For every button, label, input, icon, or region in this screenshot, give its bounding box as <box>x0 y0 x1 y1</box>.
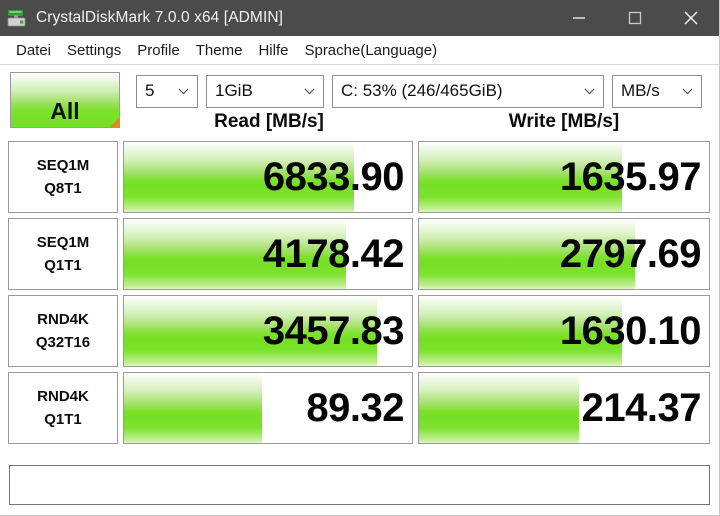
write-value: 1630.10 <box>559 309 702 353</box>
read-bar-fill <box>124 373 263 443</box>
read-result-rnd4k-q1t1[interactable]: 89.32 <box>123 372 413 444</box>
all-button[interactable]: All <box>10 72 120 128</box>
test-label-bottom: Q1T1 <box>44 257 82 274</box>
window-controls <box>551 0 719 36</box>
read-value: 89.32 <box>306 386 404 430</box>
write-result-rnd4k-q32t16[interactable]: 1630.10 <box>418 295 710 367</box>
test-label-top: RND4K <box>37 311 89 328</box>
title-bar: CrystalDiskMark 7.0.0 x64 [ADMIN] <box>0 0 719 36</box>
window-title: CrystalDiskMark 7.0.0 x64 [ADMIN] <box>36 9 284 26</box>
read-result-rnd4k-q32t16[interactable]: 3457.83 <box>123 295 413 367</box>
crystaldiskmark-window: CrystalDiskMark 7.0.0 x64 [ADMIN] Datei … <box>0 0 720 516</box>
all-button-corner-marker <box>110 118 119 127</box>
status-comment-box[interactable] <box>9 465 710 505</box>
close-button[interactable] <box>663 0 719 36</box>
write-value: 1635.97 <box>559 155 702 199</box>
menu-item-profile[interactable]: Profile <box>129 40 188 61</box>
table-row: RND4K Q32T16 3457.83 1630.10 <box>8 295 711 367</box>
diskmark-icon <box>6 7 28 29</box>
unit-dropdown[interactable]: MB/s <box>612 74 702 108</box>
table-row: SEQ1M Q8T1 6833.90 1635.97 <box>8 141 711 213</box>
test-size-dropdown[interactable]: 1GiB <box>206 74 324 108</box>
write-result-seq1m-q1t1[interactable]: 2797.69 <box>418 218 710 290</box>
menu-item-sprache[interactable]: Sprache(Language) <box>296 40 445 61</box>
write-bar-fill <box>419 373 579 443</box>
all-button-label: All <box>50 98 80 124</box>
results-grid: SEQ1M Q8T1 6833.90 1635.97 SEQ1M Q1T1 41… <box>0 141 719 444</box>
read-value: 3457.83 <box>262 309 405 353</box>
read-value: 4178.42 <box>262 232 405 276</box>
write-result-rnd4k-q1t1[interactable]: 214.37 <box>418 372 710 444</box>
read-result-seq1m-q8t1[interactable]: 6833.90 <box>123 141 413 213</box>
test-label-bottom: Q1T1 <box>44 411 82 428</box>
read-column-header: Read [MB/s] <box>214 111 324 132</box>
write-value: 214.37 <box>581 386 702 430</box>
read-result-seq1m-q1t1[interactable]: 4178.42 <box>123 218 413 290</box>
test-label-bottom: Q32T16 <box>35 334 91 351</box>
maximize-button[interactable] <box>607 0 663 36</box>
menu-bar: Datei Settings Profile Theme Hilfe Sprac… <box>0 36 719 65</box>
test-label-seq1m-q8t1[interactable]: SEQ1M Q8T1 <box>8 141 118 213</box>
write-value: 2797.69 <box>559 232 702 276</box>
table-row: SEQ1M Q1T1 4178.42 2797.69 <box>8 218 711 290</box>
minimize-button[interactable] <box>551 0 607 36</box>
write-result-seq1m-q8t1[interactable]: 1635.97 <box>418 141 710 213</box>
table-row: RND4K Q1T1 89.32 214.37 <box>8 372 711 444</box>
unit-value: MB/s <box>621 81 660 100</box>
menu-item-datei[interactable]: Datei <box>8 40 59 61</box>
test-count-value: 5 <box>145 81 155 100</box>
chevron-down-icon <box>299 88 319 95</box>
chevron-down-icon <box>579 88 599 95</box>
test-label-seq1m-q1t1[interactable]: SEQ1M Q1T1 <box>8 218 118 290</box>
menu-item-theme[interactable]: Theme <box>188 40 251 61</box>
test-label-top: SEQ1M <box>36 234 90 251</box>
test-label-top: SEQ1M <box>36 157 90 174</box>
chevron-down-icon <box>173 88 193 95</box>
test-label-rnd4k-q1t1[interactable]: RND4K Q1T1 <box>8 372 118 444</box>
menu-item-hilfe[interactable]: Hilfe <box>250 40 296 61</box>
drive-dropdown[interactable]: C: 53% (246/465GiB) <box>332 74 604 108</box>
read-value: 6833.90 <box>262 155 405 199</box>
write-column-header: Write [MB/s] <box>508 111 620 132</box>
test-label-rnd4k-q32t16[interactable]: RND4K Q32T16 <box>8 295 118 367</box>
menu-item-settings[interactable]: Settings <box>59 40 129 61</box>
status-text <box>10 466 709 474</box>
test-label-bottom: Q8T1 <box>44 180 82 197</box>
chevron-down-icon <box>677 88 697 95</box>
test-label-top: RND4K <box>37 388 89 405</box>
drive-value: C: 53% (246/465GiB) <box>341 81 503 100</box>
test-count-dropdown[interactable]: 5 <box>136 74 198 108</box>
test-size-value: 1GiB <box>215 81 253 100</box>
